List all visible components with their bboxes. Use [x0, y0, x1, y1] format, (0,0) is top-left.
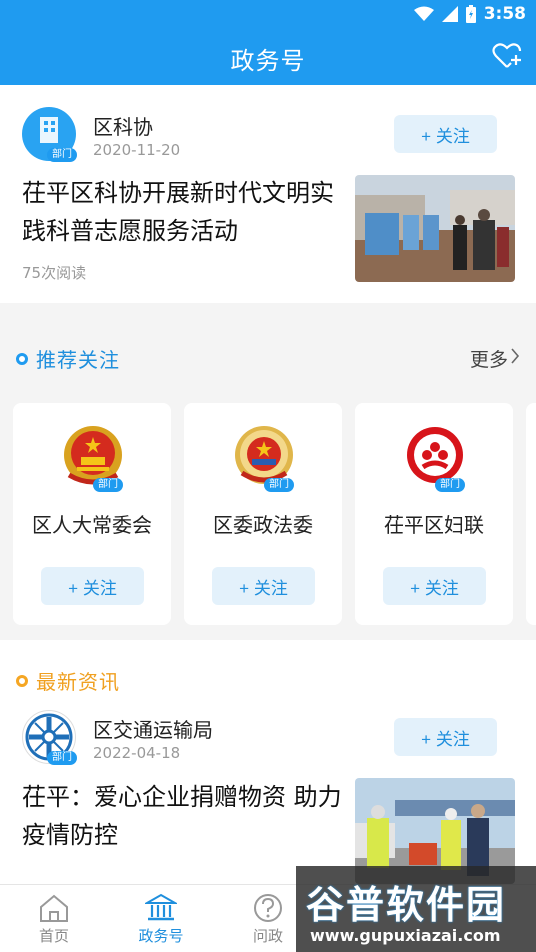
recommend-card-peek: [526, 403, 536, 625]
follow-button[interactable]: + 关注: [394, 718, 497, 756]
signal-icon: [441, 6, 458, 22]
source-date: 2022-04-18: [93, 744, 181, 762]
section-dot-icon: [16, 674, 28, 687]
watermark-url: www.gupuxiazai.com: [310, 926, 501, 945]
top-article-card[interactable]: 部门 区科协 2020-11-20 + 关注 茌平区科协开展新时代文明实践科普志…: [0, 85, 536, 303]
tab-government[interactable]: 政务号: [121, 889, 201, 946]
card-name: 区人大常委会: [32, 513, 152, 537]
follow-button[interactable]: + 关注: [41, 567, 144, 605]
card-name: 茌平区妇联: [384, 513, 484, 537]
recommend-card[interactable]: 部门 茌平区妇联 + 关注: [355, 403, 513, 625]
source-name[interactable]: 区交通运输局: [93, 714, 213, 743]
card-badge: 部门: [264, 478, 294, 492]
read-count: 75次阅读: [22, 264, 87, 282]
status-bar: 3:58: [0, 0, 536, 28]
tab-label: 政务号: [138, 927, 184, 945]
wifi-icon: [413, 6, 434, 22]
recommend-section-header: 推荐关注: [16, 344, 120, 373]
latest-section-header: 最新资讯: [16, 666, 120, 695]
article-headline[interactable]: 茌平：爱心企业捐赠物资 助力疫情防控: [22, 778, 346, 854]
chevron-right-icon: [510, 347, 520, 370]
government-building-icon: [121, 893, 201, 923]
tab-label: 首页: [38, 927, 69, 945]
card-badge: 部门: [435, 478, 465, 492]
recommend-title: 推荐关注: [36, 348, 120, 372]
source-badge: 部门: [47, 148, 77, 162]
status-time: 3:58: [483, 4, 526, 24]
section-dot-icon: [16, 352, 28, 365]
home-icon: [14, 893, 94, 923]
tab-home[interactable]: 首页: [14, 889, 94, 946]
latest-section: 最新资讯 部门 区交通运输局 2022-04-18 + 关注 茌平：爱心企业捐赠…: [0, 640, 536, 884]
article-headline[interactable]: 茌平区科协开展新时代文明实践科普志愿服务活动: [22, 174, 344, 250]
battery-icon: [465, 5, 476, 23]
more-link[interactable]: 更多: [470, 345, 520, 372]
source-name[interactable]: 区科协: [93, 111, 153, 140]
recommend-card[interactable]: 部门 区人大常委会 + 关注: [13, 403, 171, 625]
favorite-add-icon[interactable]: [492, 42, 522, 74]
latest-title: 最新资讯: [36, 670, 120, 694]
source-date: 2020-11-20: [93, 141, 181, 159]
title-bar: 政务号: [0, 28, 536, 85]
card-name: 区委政法委: [213, 513, 313, 537]
more-label: 更多: [469, 349, 508, 371]
page-title: 政务号: [230, 47, 306, 75]
follow-button[interactable]: + 关注: [394, 115, 497, 153]
article-thumbnail[interactable]: [355, 175, 515, 282]
follow-button[interactable]: + 关注: [383, 567, 486, 605]
watermark-title: 谷普软件园: [306, 883, 507, 927]
card-badge: 部门: [93, 478, 123, 492]
recommend-card[interactable]: 部门 区委政法委 + 关注: [184, 403, 342, 625]
watermark: 谷普软件园 www.gupuxiazai.com: [296, 866, 536, 952]
follow-button[interactable]: + 关注: [212, 567, 315, 605]
tab-label: 问政: [252, 927, 283, 945]
source-badge: 部门: [47, 751, 77, 765]
